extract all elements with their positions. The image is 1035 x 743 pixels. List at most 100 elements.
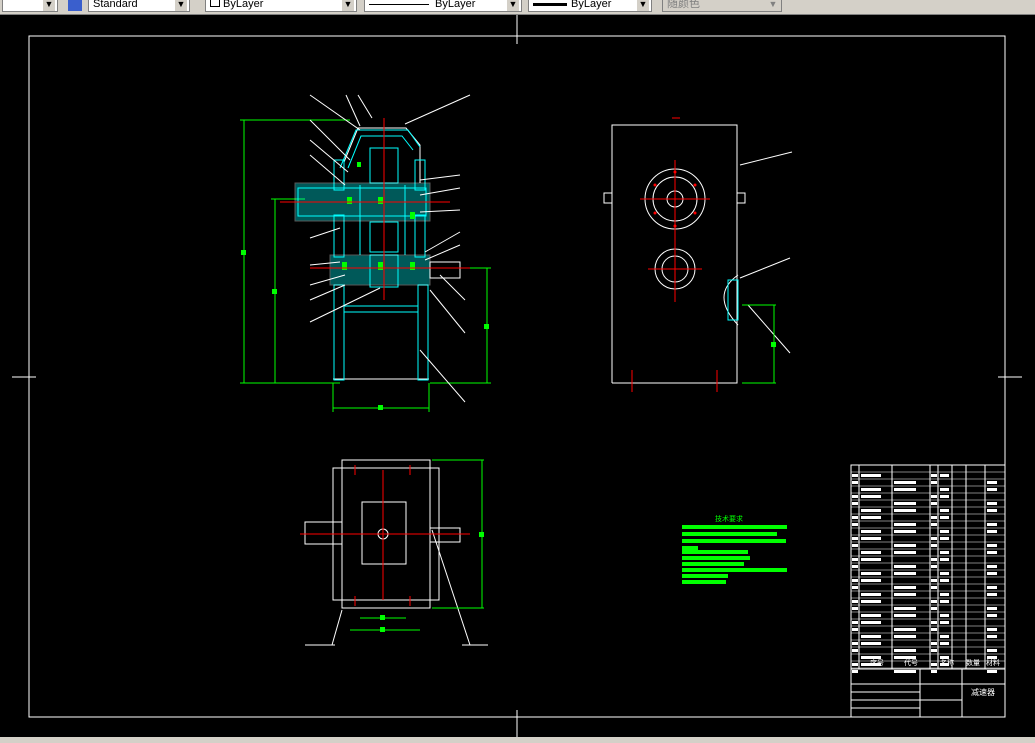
parts-list-cell-text [987,614,997,617]
lineweight-dropdown[interactable]: ByLayer ▼ [528,0,652,12]
plot-style-dropdown[interactable]: 随颜色 ▼ [662,0,782,12]
parts-list-cell-text [861,488,881,491]
parts-list-cell-text [987,544,997,547]
parts-list-cell-text [894,488,916,491]
drawing-frame [12,15,1022,737]
parts-list-cell-text [861,621,881,624]
linetype-dropdown[interactable]: ByLayer ▼ [364,0,522,12]
parts-list-cell-text [940,614,949,617]
parts-list-cell-text [987,481,997,484]
parts-list-cell-text [852,537,858,540]
parts-list-cell-text [894,649,916,652]
parts-list-cell-text [894,607,916,610]
parts-list-cell-text [861,614,881,617]
parts-list-cell-text [931,670,937,673]
parts-list-cell-text [931,558,937,561]
parts-list-cell-text [931,579,937,582]
parts-list-cell-text [894,586,916,589]
parts-list-cell-text [852,523,858,526]
parts-list-cell-text [852,558,858,561]
front-section-view [240,94,491,412]
parts-list-cell-text [987,488,997,491]
parts-list-cell-text [852,544,858,547]
parts-list-cell-text [852,516,858,519]
lineweight-value: ByLayer [571,0,612,10]
parts-list-cell-text [861,656,881,659]
parts-list-cell-text [931,481,937,484]
parts-list-cell-text [987,628,997,631]
parts-list-cell-text [861,579,881,582]
chevron-down-icon: ▼ [507,0,519,11]
title-block: 序号 代号 名称 数量 材料 减速器 [850,464,1006,718]
parts-list-cell-text [987,509,997,512]
chevron-down-icon: ▼ [43,0,55,11]
parts-list-cell-text [931,544,937,547]
linetype-value: ByLayer [435,0,476,10]
tech-requirements-title: 技术要求 [715,514,743,523]
parts-list-cell-text [852,600,858,603]
parts-list-cell-text [894,523,916,526]
parts-list-cell-text [940,537,949,540]
parts-list-cell-text [861,530,881,533]
parts-list-cell-text [940,572,949,575]
parts-list-cell-text [987,593,997,596]
parts-list-cell-text [931,586,937,589]
layer-color-dropdown[interactable]: ByLayer ▼ [205,0,357,12]
parts-list-cell-text [852,579,858,582]
parts-list-cell-text [861,572,881,575]
text-style-dropdown[interactable]: Standard ▼ [88,0,190,12]
toolbar-slot[interactable]: ▼ [2,0,58,12]
parts-list-cell-text [987,607,997,610]
parts-list-cell-text [931,523,937,526]
parts-list-cell-text [894,551,916,554]
properties-toolbar: ▼ Standard ▼ ByLayer ▼ ByLayer ▼ ByLayer ▼ 随… [0,0,1035,15]
parts-list-cell-text [852,474,858,477]
parts-list-cell-text [861,558,881,561]
parts-list-cell-text [861,551,881,554]
parts-list-cell-text [931,565,937,568]
parts-list-cell-text [894,502,916,505]
lineweight-preview-icon [533,2,567,6]
parts-list-cell-text [894,670,916,673]
parts-list-cell-text [940,530,949,533]
parts-list-cell-text [940,509,949,512]
parts-list-cell-text [987,635,997,638]
header-col-name: 名称 [940,658,954,667]
parts-list-cell-text [852,649,858,652]
parts-list-cell-text [894,530,916,533]
chevron-down-icon: ▼ [342,0,354,11]
parts-list-cell-text [894,509,916,512]
parts-list-cell-text [987,670,997,673]
parts-list-cell-text [894,544,916,547]
parts-list-cell-text [940,656,949,659]
parts-list-cell-text [861,593,881,596]
parts-list-cell-text [987,572,997,575]
parts-list-cell-text [987,649,997,652]
parts-list-cell-text [931,649,937,652]
parts-list-cell-text [852,628,858,631]
parts-list-cell-text [852,502,858,505]
parts-list-cell-text [861,537,881,540]
header-col-qty: 数量 [966,658,980,667]
parts-list-cell-text [931,495,937,498]
bottom-edge [0,737,1035,743]
parts-list-cell-text [852,565,858,568]
text-style-value: Standard [93,0,138,10]
parts-list-cell-text [861,635,881,638]
parts-list-cell-text [940,516,949,519]
plot-style-value: 随颜色 [667,0,700,10]
parts-list-cell-text [940,551,949,554]
parts-list-cell-text [894,628,916,631]
parts-list-cell-text [931,537,937,540]
parts-list-cell-text [852,495,858,498]
parts-list-cell-text [852,481,858,484]
parts-list-cell-text [894,656,916,659]
side-view [603,117,793,392]
parts-list-cell-text [861,509,881,512]
drawing-canvas[interactable]: 技术要求 序号 代号 名称 数量 材料 减速器 [0,15,1035,737]
parts-list-cell-text [852,607,858,610]
parts-list-cell-text [987,656,997,659]
parts-list-cell-text [861,600,881,603]
parts-list-cell-text [894,572,916,575]
color-swatch-icon [210,0,220,7]
